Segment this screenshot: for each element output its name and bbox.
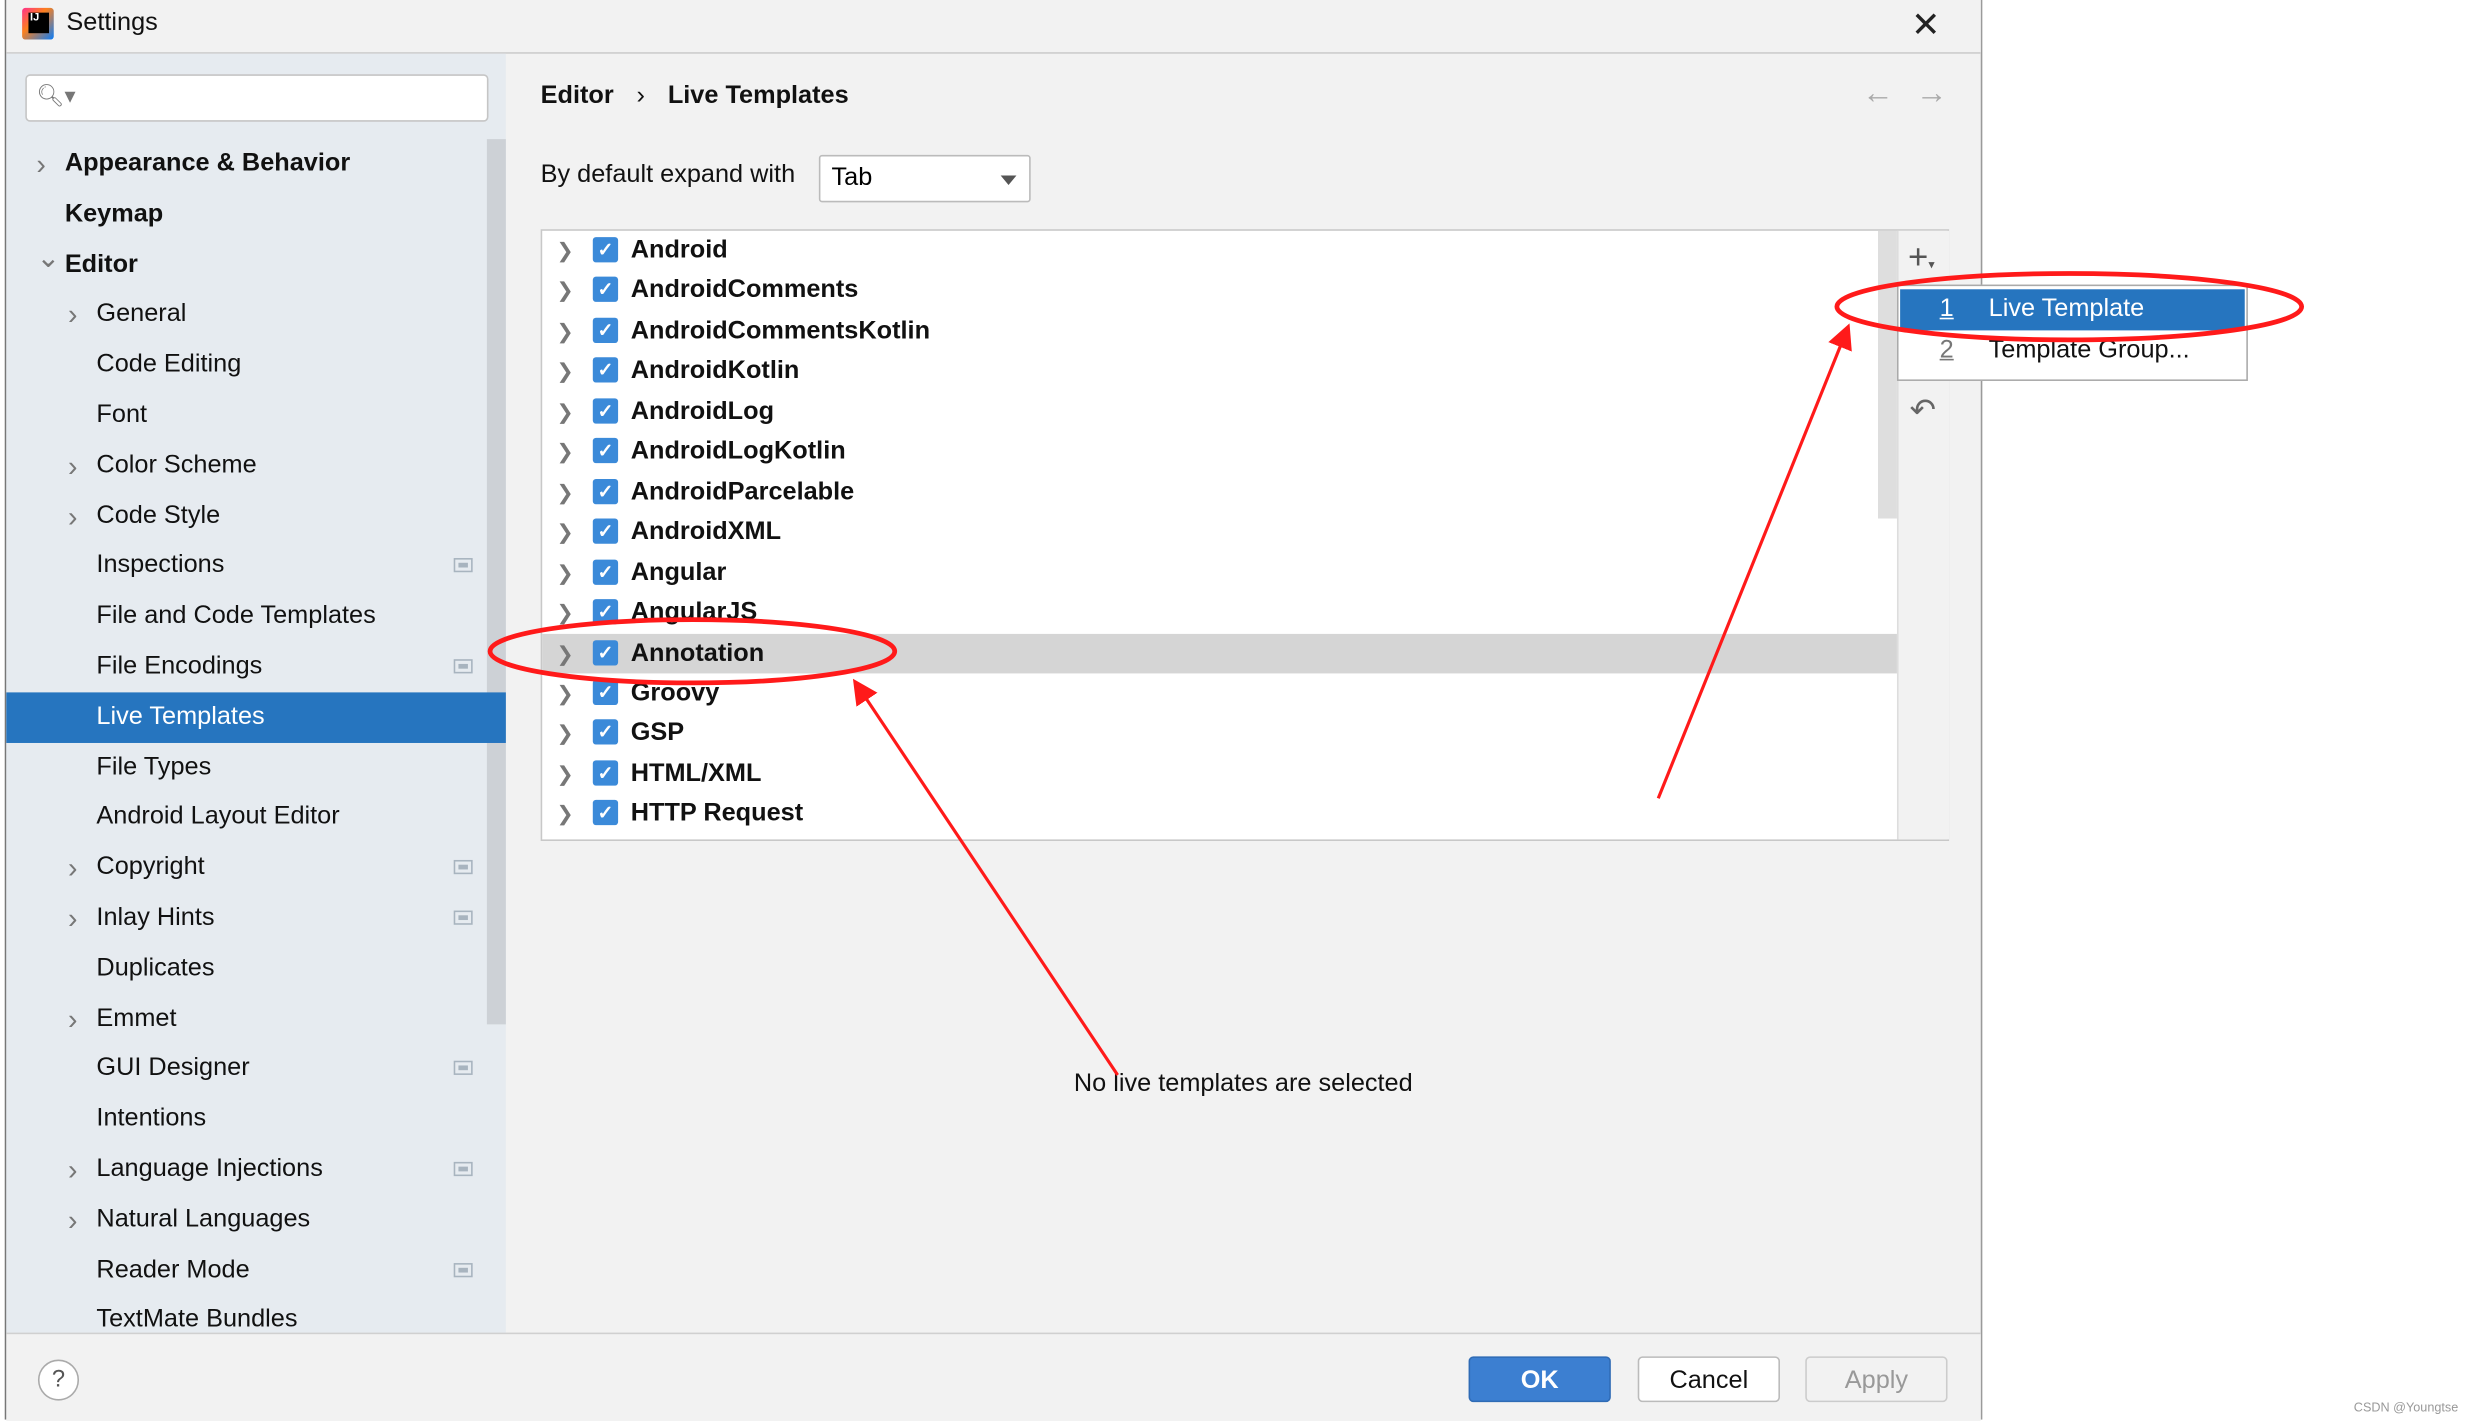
annotation-arrow-left [852, 678, 1119, 1076]
annotation-ellipse-live-template [1834, 271, 2305, 343]
watermark: CSDN @Youngtse [2353, 1400, 2459, 1415]
annotation-overlay [487, 271, 2305, 1076]
annotation-ellipse-annotation-row [487, 617, 898, 686]
annotation-arrow-right [1656, 323, 1852, 799]
